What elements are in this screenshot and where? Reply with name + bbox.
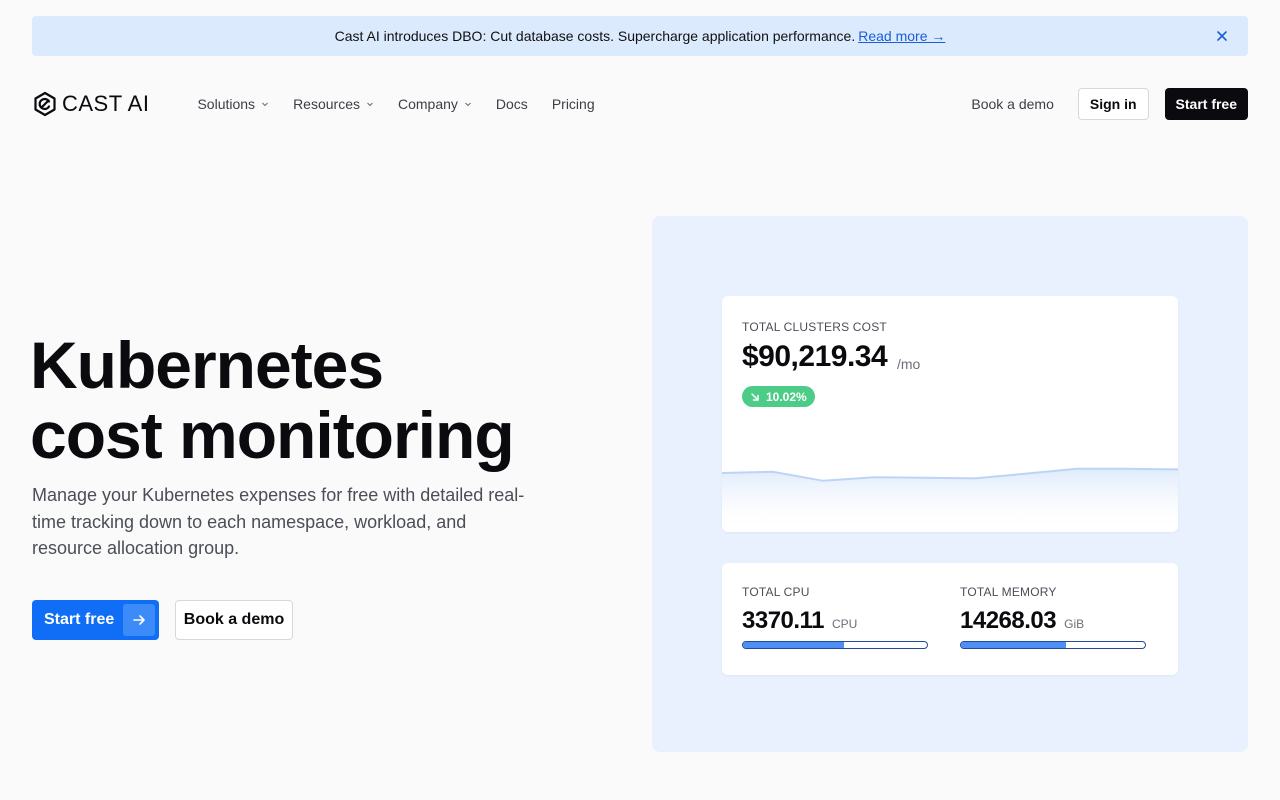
cast-ai-logo-icon bbox=[34, 91, 56, 117]
sign-in-button[interactable]: Sign in bbox=[1077, 88, 1149, 120]
book-demo-button[interactable]: Book a demo bbox=[175, 600, 293, 640]
hero-subtitle: Manage your Kubernetes expenses for free… bbox=[32, 485, 525, 558]
cpu-progress-fill bbox=[743, 642, 845, 648]
hero-title: Kubernetes cost monitoring bbox=[30, 328, 515, 472]
memory-progress-fill bbox=[961, 642, 1066, 648]
nav-item-label: Pricing bbox=[551, 96, 595, 112]
nav-actions: Book a demo Sign in Start free bbox=[971, 88, 1248, 120]
cost-change-value: 10.02% bbox=[766, 389, 807, 404]
cost-value: $90,219.34 bbox=[742, 340, 888, 373]
cpu-value: 3370.11 bbox=[742, 607, 824, 634]
hero-title-line2: cost monitoring bbox=[30, 398, 515, 472]
arrow-down-right-icon bbox=[751, 392, 759, 401]
cpu-metric: TOTAL CPU 3370.11 CPU bbox=[742, 585, 928, 649]
close-icon[interactable] bbox=[1214, 28, 1230, 44]
memory-metric: TOTAL MEMORY 14268.03 GiB bbox=[960, 585, 1146, 649]
arrow-right-icon bbox=[123, 604, 155, 636]
nav-item-label: Resources bbox=[293, 96, 360, 112]
chevron-down-icon bbox=[465, 102, 471, 107]
nav-item-company[interactable]: Company bbox=[398, 96, 472, 112]
resources-card: TOTAL CPU 3370.11 CPU TOTAL MEMORY 14268… bbox=[722, 563, 1178, 675]
nav-item-pricing[interactable]: Pricing bbox=[552, 96, 595, 112]
book-demo-link[interactable]: Book a demo bbox=[971, 96, 1054, 112]
chevron-down-icon bbox=[367, 102, 373, 107]
dashboard-preview: TOTAL CLUSTERS COST $90,219.34 /mo 10.02… bbox=[652, 216, 1248, 752]
nav-item-docs[interactable]: Docs bbox=[496, 96, 528, 112]
cpu-unit: CPU bbox=[831, 617, 858, 631]
memory-unit: GiB bbox=[1064, 617, 1085, 631]
nav-item-solutions[interactable]: Solutions bbox=[197, 96, 269, 112]
nav-item-label: Solutions bbox=[197, 96, 256, 112]
main-nav: CAST AI Solutions Resources Company Docs… bbox=[32, 88, 1248, 120]
start-free-button[interactable]: Start free bbox=[32, 600, 159, 640]
cost-trend-chart bbox=[722, 467, 1178, 532]
start-free-nav-button[interactable]: Start free bbox=[1164, 88, 1248, 120]
cost-change-badge: 10.02% bbox=[742, 386, 815, 407]
cpu-progress-bar bbox=[742, 641, 928, 649]
cpu-label: TOTAL CPU bbox=[742, 585, 810, 599]
logo[interactable]: CAST AI bbox=[32, 91, 149, 117]
nav-menu: Solutions Resources Company Docs Pricing bbox=[197, 96, 594, 112]
announcement-banner: Cast AI introduces DBO: Cut database cos… bbox=[32, 16, 1248, 56]
nav-item-resources[interactable]: Resources bbox=[293, 96, 374, 112]
memory-progress-bar bbox=[960, 641, 1146, 649]
nav-item-label: Company bbox=[397, 96, 458, 112]
start-free-label: Start free bbox=[44, 611, 115, 628]
banner-read-more-link[interactable]: Read more → bbox=[858, 28, 945, 44]
hero-title-line1: Kubernetes bbox=[30, 328, 384, 402]
hero-cta-group: Start free Book a demo bbox=[32, 600, 293, 640]
memory-value: 14268.03 bbox=[960, 607, 1057, 634]
chevron-down-icon bbox=[262, 102, 268, 107]
cost-unit: /mo bbox=[897, 356, 921, 372]
memory-label: TOTAL MEMORY bbox=[960, 585, 1057, 599]
nav-item-label: Docs bbox=[495, 96, 528, 112]
logo-text: CAST AI bbox=[62, 91, 150, 116]
cost-label: TOTAL CLUSTERS COST bbox=[742, 320, 887, 334]
total-cost-card: TOTAL CLUSTERS COST $90,219.34 /mo 10.02… bbox=[722, 296, 1178, 532]
banner-text: Cast AI introduces DBO: Cut database cos… bbox=[334, 28, 856, 44]
